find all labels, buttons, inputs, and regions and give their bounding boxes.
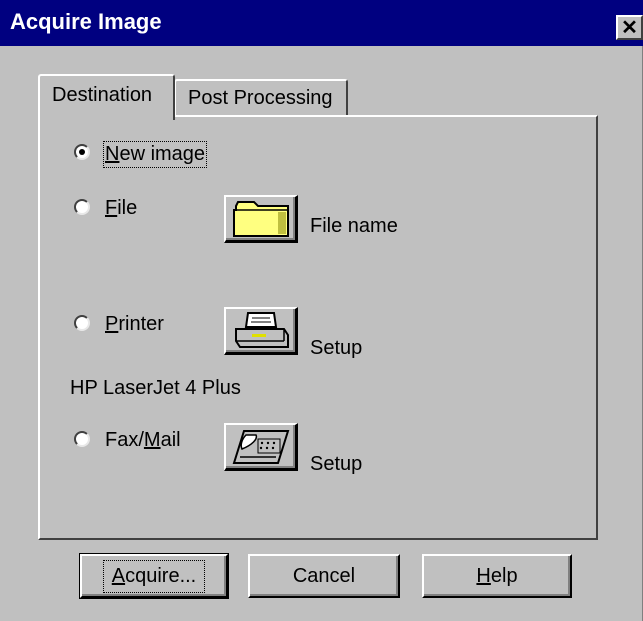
fax-mail-setup-caption: Setup	[310, 453, 363, 475]
printer-device-name: HP LaserJet 4 Plus	[70, 377, 241, 399]
cancel-button-label: Cancel	[292, 564, 356, 587]
file-label[interactable]: File	[105, 197, 137, 220]
window-title: Acquire Image	[10, 9, 162, 34]
help-button-label: Help	[476, 564, 518, 587]
new-image-label[interactable]: New image	[102, 141, 208, 168]
tab-post-processing-label: Post Processing	[188, 87, 333, 109]
title-bar: Acquire Image ✕	[0, 0, 643, 46]
close-button[interactable]: ✕	[616, 15, 643, 40]
acquire-button-label: Acquire...	[102, 559, 206, 593]
tab-post-processing[interactable]: Post Processing	[174, 79, 348, 115]
file-name-caption: File name	[310, 215, 398, 237]
file-radio[interactable]	[74, 199, 90, 215]
new-image-radio[interactable]	[74, 144, 90, 160]
fax-icon	[232, 429, 289, 464]
tab-destination-label: Destination	[52, 84, 153, 106]
close-icon: ✕	[621, 16, 638, 39]
printer-setup-button[interactable]	[224, 307, 298, 355]
tab-destination[interactable]: Destination	[38, 74, 175, 120]
fax-mail-label[interactable]: Fax/Mail	[105, 429, 181, 452]
file-name-button[interactable]	[224, 195, 298, 243]
acquire-image-dialog: Acquire Image ✕ Destination Post Process…	[0, 0, 643, 621]
printer-icon	[234, 311, 289, 348]
printer-radio[interactable]	[74, 315, 90, 331]
help-button[interactable]: Help	[422, 554, 572, 598]
fax-mail-setup-button[interactable]	[224, 423, 298, 471]
folder-icon	[232, 200, 289, 237]
printer-label[interactable]: Printer	[105, 313, 164, 336]
acquire-button[interactable]: Acquire...	[79, 553, 229, 599]
cancel-button[interactable]: Cancel	[248, 554, 400, 598]
destination-panel: New image File File name Printer Setup H…	[38, 115, 598, 540]
printer-setup-caption: Setup	[310, 337, 363, 359]
fax-mail-radio[interactable]	[74, 431, 90, 447]
